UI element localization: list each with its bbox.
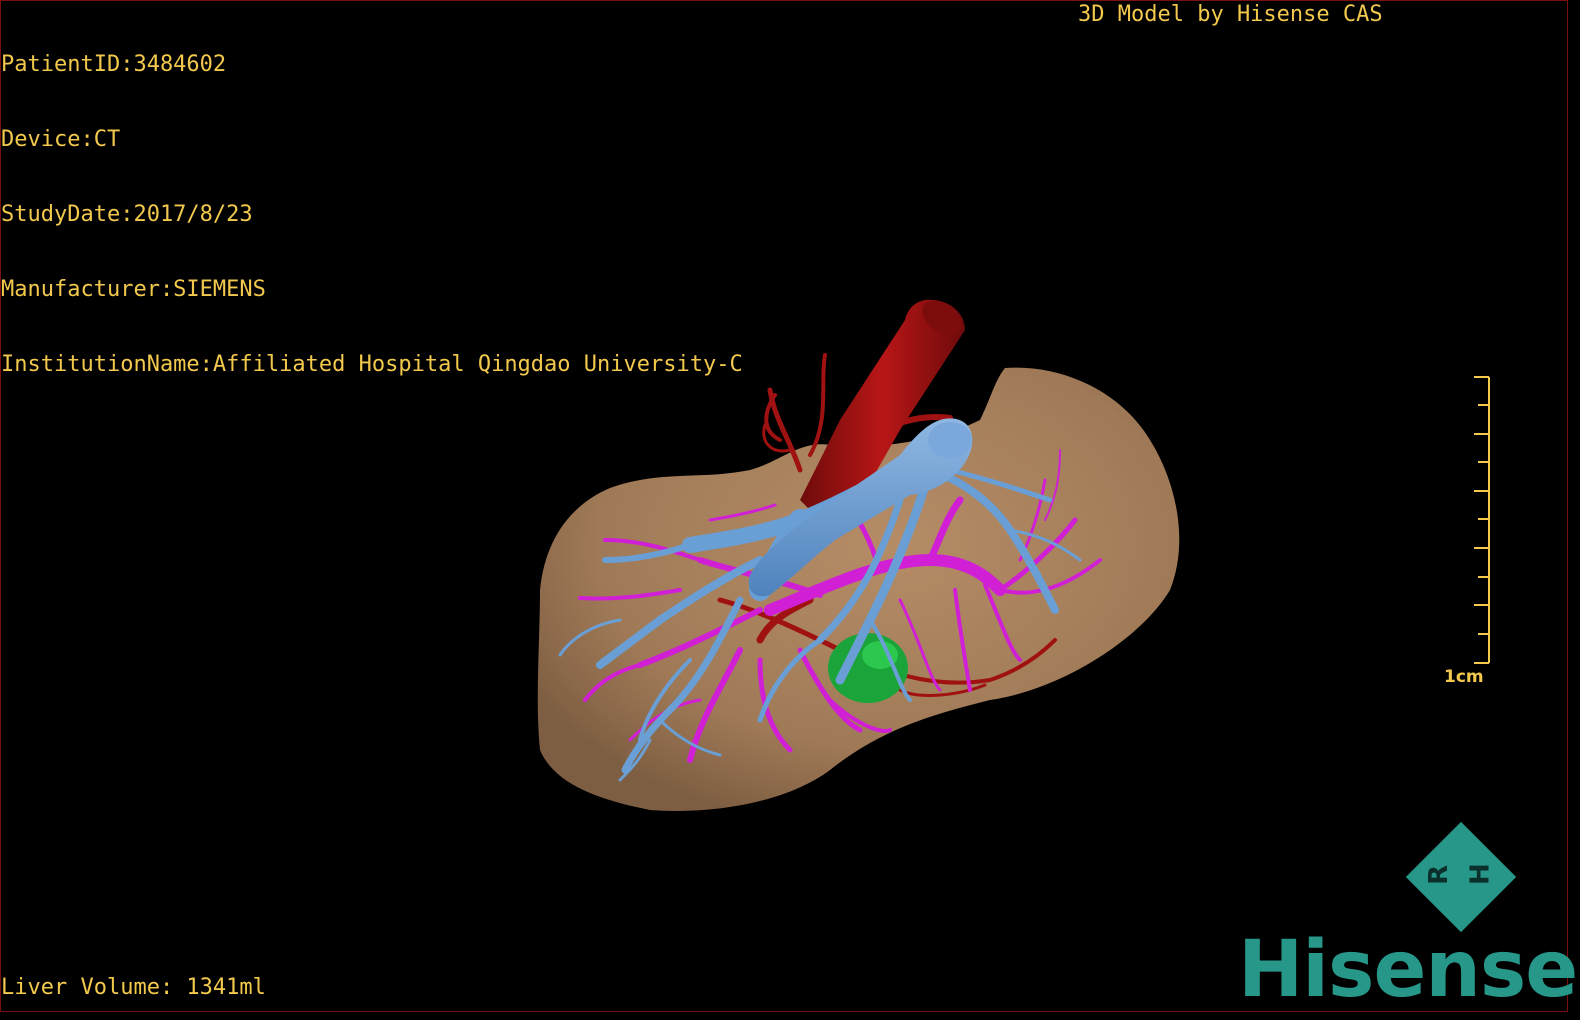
dicom-info-panel: PatientID:3484602 Device:CT StudyDate:20…	[1, 2, 743, 402]
orientation-letter-r: R	[1424, 864, 1455, 885]
manufacturer-text: Manufacturer:SIEMENS	[1, 277, 266, 302]
institution-text: InstitutionName:Affiliated Hospital Qing…	[1, 352, 743, 377]
patient-id-text: PatientID:3484602	[1, 52, 227, 77]
hisense-logo: Hisense	[1238, 925, 1578, 1015]
scale-bar	[1474, 376, 1490, 664]
device-text: Device:CT	[1, 127, 121, 152]
study-date-text: StudyDate:2017/8/23	[1, 202, 253, 227]
model-credit-text: 3D Model by Hisense CAS	[1078, 2, 1383, 27]
scale-bar-label: 1cm	[1444, 667, 1484, 687]
orientation-letter-h: H	[1465, 863, 1496, 885]
liver-volume-text: Liver Volume: 1341ml	[1, 975, 266, 1000]
hepatic-vein-opening	[928, 422, 972, 458]
